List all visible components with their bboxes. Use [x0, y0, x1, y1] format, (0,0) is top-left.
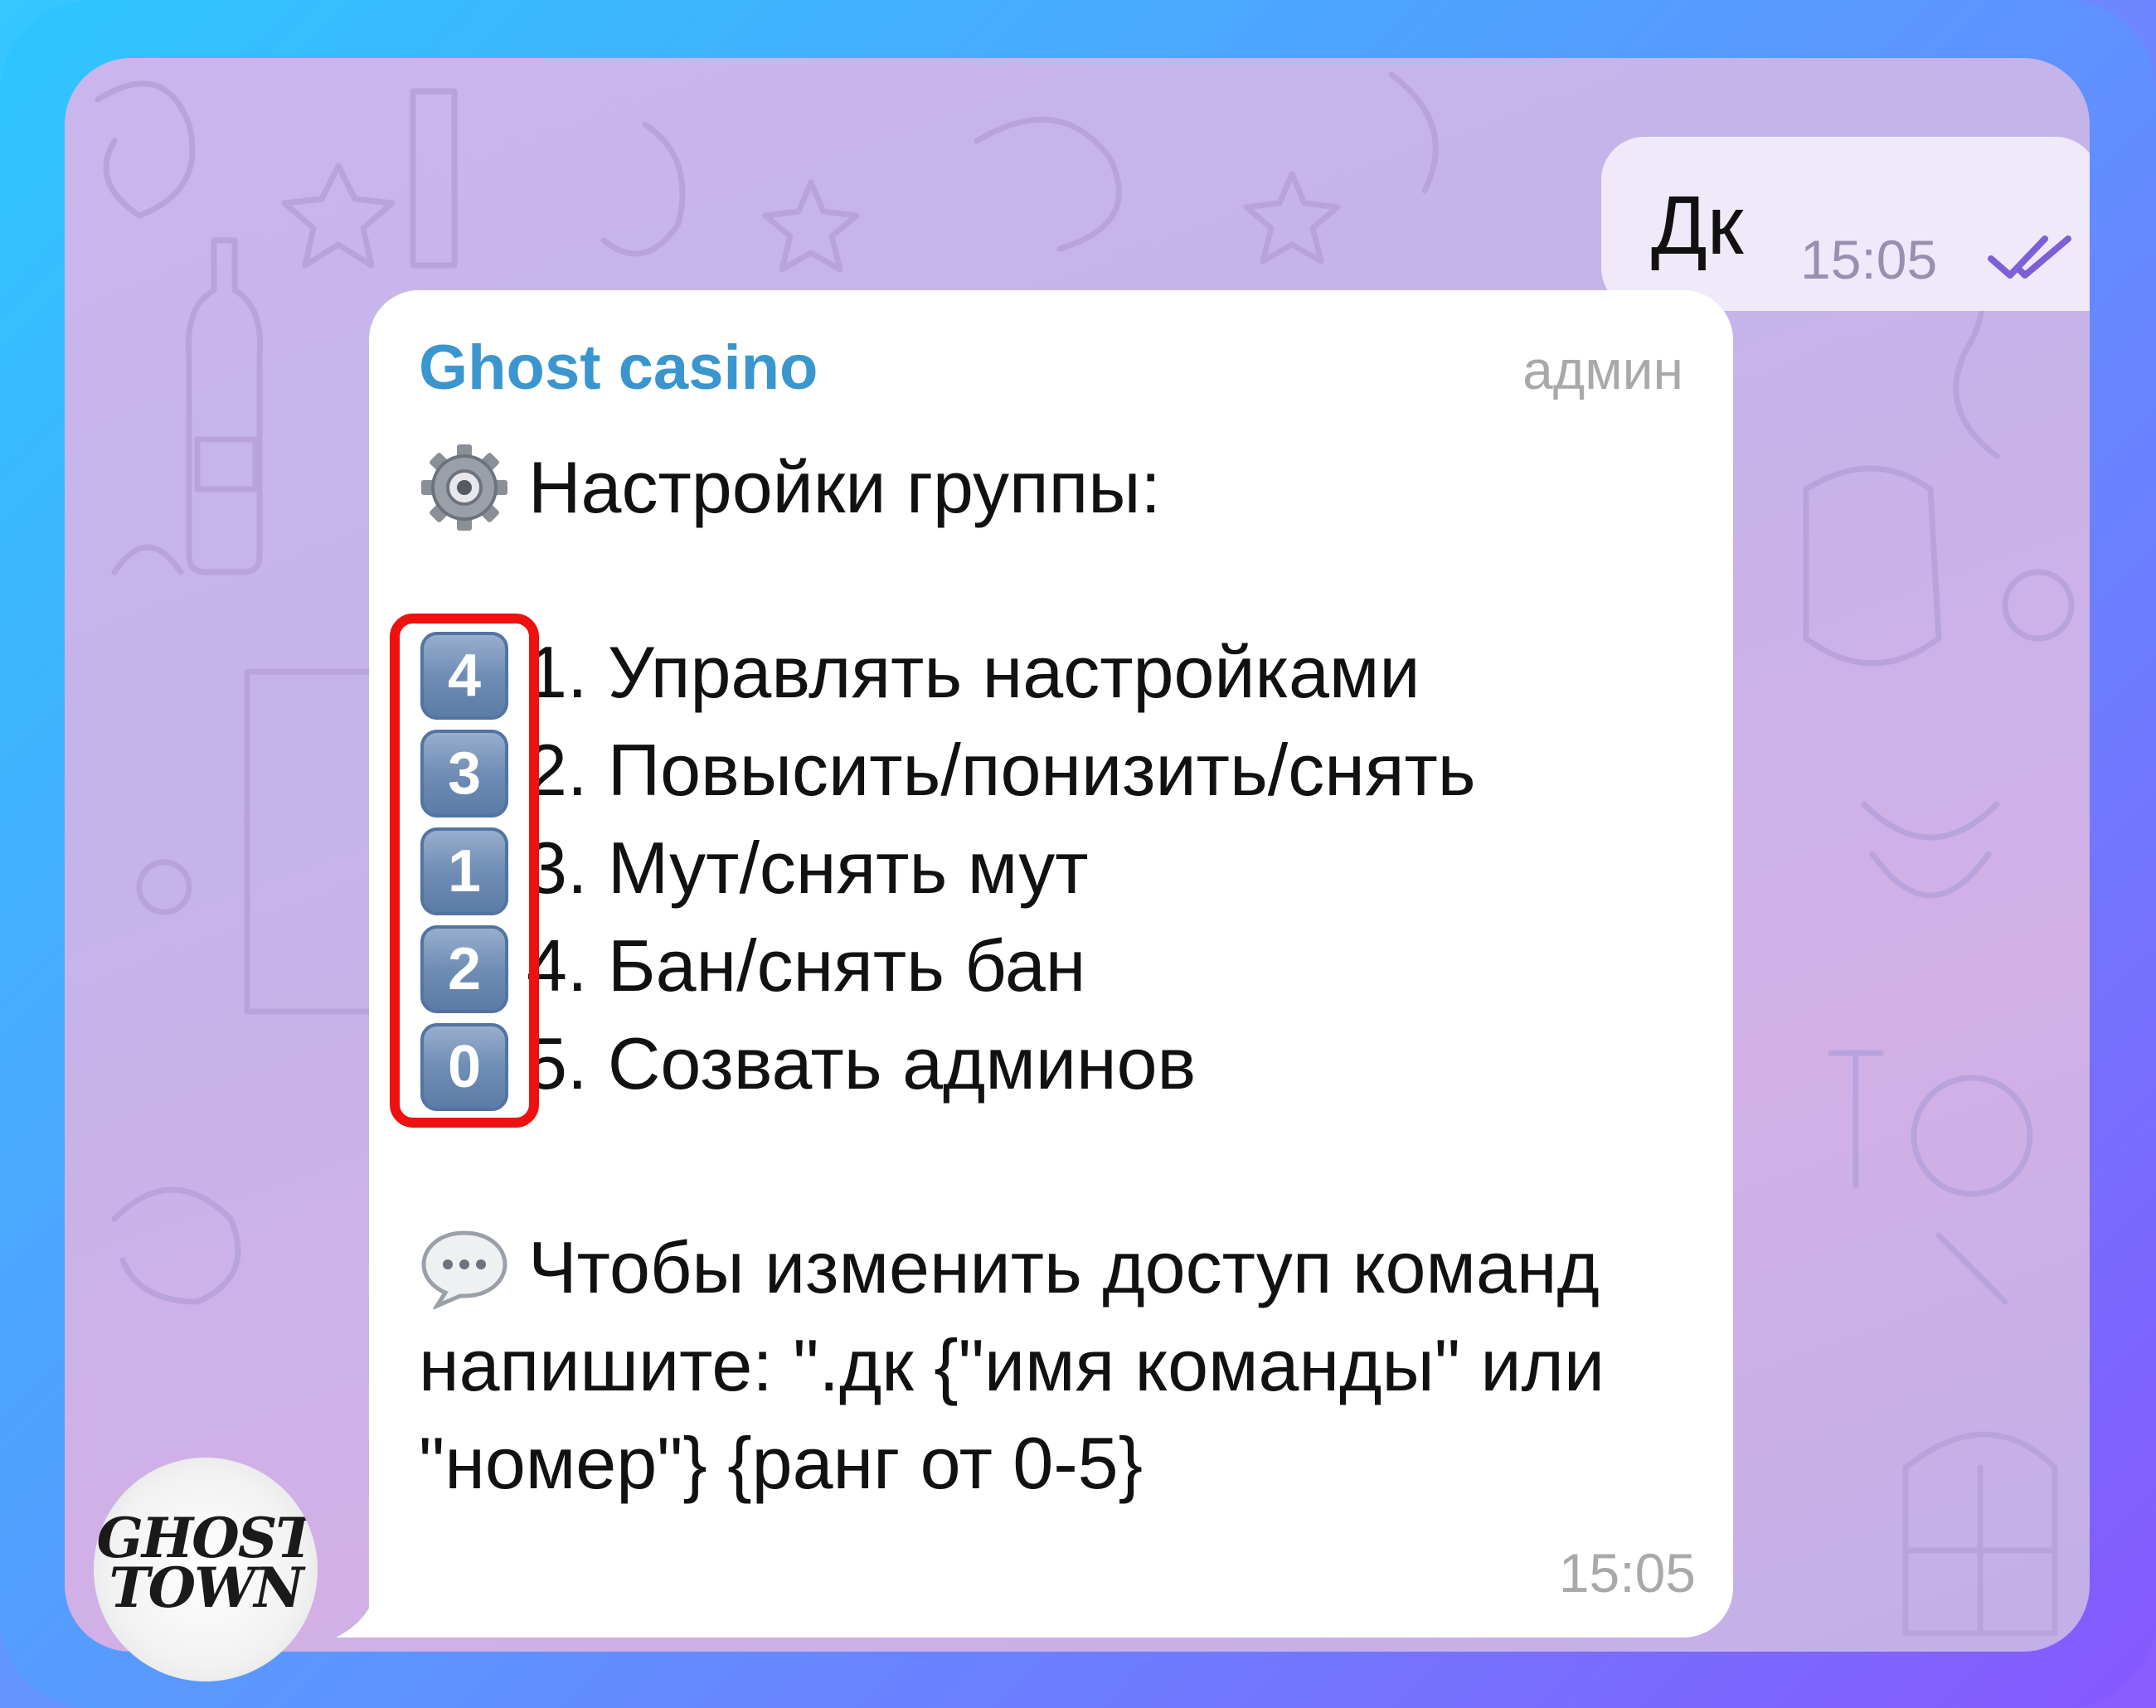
- help-note: Чтобы изменить доступ команд напишите: "…: [419, 1219, 1679, 1512]
- settings-item: 4. Бан/снять бан: [527, 924, 1086, 1007]
- highlight-box: [390, 614, 539, 1128]
- outgoing-message-text: Дк: [1651, 179, 1744, 272]
- avatar[interactable]: GHOST TOWN: [94, 1458, 318, 1681]
- incoming-message[interactable]: Ghost casino админ Настройки группы: 4 3…: [369, 290, 1733, 1638]
- incoming-message-time: 15:05: [1558, 1542, 1696, 1604]
- outgoing-message[interactable]: Дк 15:05: [1601, 137, 2090, 311]
- outgoing-message-time: 15:05: [1800, 229, 1938, 290]
- sender-role: админ: [1522, 339, 1683, 400]
- settings-item: 5. Созвать админов: [527, 1022, 1197, 1104]
- settings-header: Настройки группы:: [419, 439, 1161, 533]
- settings-item: 1. Управлять настройками: [527, 631, 1420, 713]
- settings-item: 3. Мут/снять мут: [527, 827, 1089, 909]
- speech-bubble-icon: [421, 1230, 507, 1309]
- gear-icon: [421, 444, 507, 531]
- avatar-text-line2: TOWN: [109, 1555, 303, 1620]
- settings-item: 2. Повысить/понизить/снять: [527, 729, 1476, 811]
- double-check-icon: [1988, 235, 2071, 279]
- settings-header-text: Настройки группы:: [528, 445, 1161, 528]
- sender-name[interactable]: Ghost casino: [419, 332, 818, 404]
- help-note-text: Чтобы изменить доступ команд напишите: "…: [419, 1226, 1605, 1504]
